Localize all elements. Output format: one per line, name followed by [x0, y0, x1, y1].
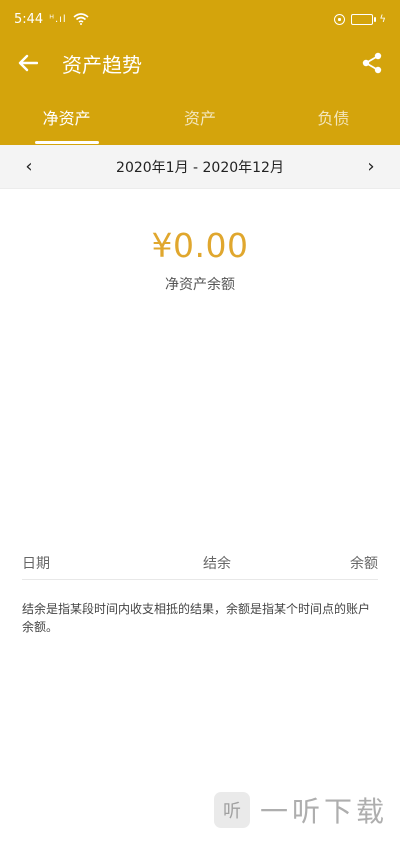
status-left: 5:44 ᴴ.ıl: [14, 12, 89, 27]
column-header-balance: 余额: [350, 555, 378, 572]
rotation-lock-icon: [334, 13, 346, 25]
app-screen: 5:44 ᴴ.ıl ϟ 资产趋势 净资产 资产 负债 ‹ 2020年1月 - 2…: [0, 0, 400, 844]
date-range-label: 2020年1月 - 2020年12月: [116, 159, 284, 176]
signal-icon: ᴴ.ıl: [49, 13, 67, 25]
tab-liabilities[interactable]: 负债: [267, 88, 400, 145]
watermark-logo-icon: 听: [213, 792, 250, 828]
tab-bar: 净资产 资产 负债: [0, 88, 400, 145]
watermark-text: 一听下载: [259, 795, 388, 828]
page-title: 资产趋势: [62, 52, 142, 77]
share-icon: [362, 52, 382, 74]
watermark: 听 一听下载: [213, 790, 388, 830]
status-bar: 5:44 ᴴ.ıl ϟ: [0, 0, 400, 38]
tab-assets[interactable]: 资产: [133, 88, 266, 145]
table-header: 日期 结余 余额: [22, 546, 378, 580]
net-assets-label: 净资产余额: [165, 277, 235, 293]
column-header-balance-change: 结余: [203, 555, 231, 572]
chevron-right-icon: ›: [367, 156, 375, 177]
next-period-button[interactable]: ›: [342, 145, 400, 189]
date-range-bar: ‹ 2020年1月 - 2020年12月 ›: [0, 145, 400, 189]
charging-icon: ϟ: [379, 13, 386, 25]
prev-period-button[interactable]: ‹: [0, 145, 58, 189]
battery-icon: [351, 13, 377, 25]
chevron-left-icon: ‹: [25, 156, 33, 177]
net-assets-amount: ¥0.00: [151, 226, 249, 265]
arrow-left-icon: [18, 54, 38, 72]
share-button[interactable]: [356, 47, 388, 79]
tab-net-assets[interactable]: 净资产: [0, 88, 133, 145]
wifi-icon: [73, 13, 89, 25]
explanation-note: 结余是指某段时间内收支相抵的结果，余额是指某个时间点的账户余额。: [22, 602, 371, 634]
app-header: 资产趋势: [0, 38, 400, 88]
column-header-date: 日期: [22, 555, 50, 572]
status-time: 5:44: [14, 11, 44, 27]
back-button[interactable]: [0, 38, 56, 88]
status-right: ϟ: [334, 13, 386, 25]
